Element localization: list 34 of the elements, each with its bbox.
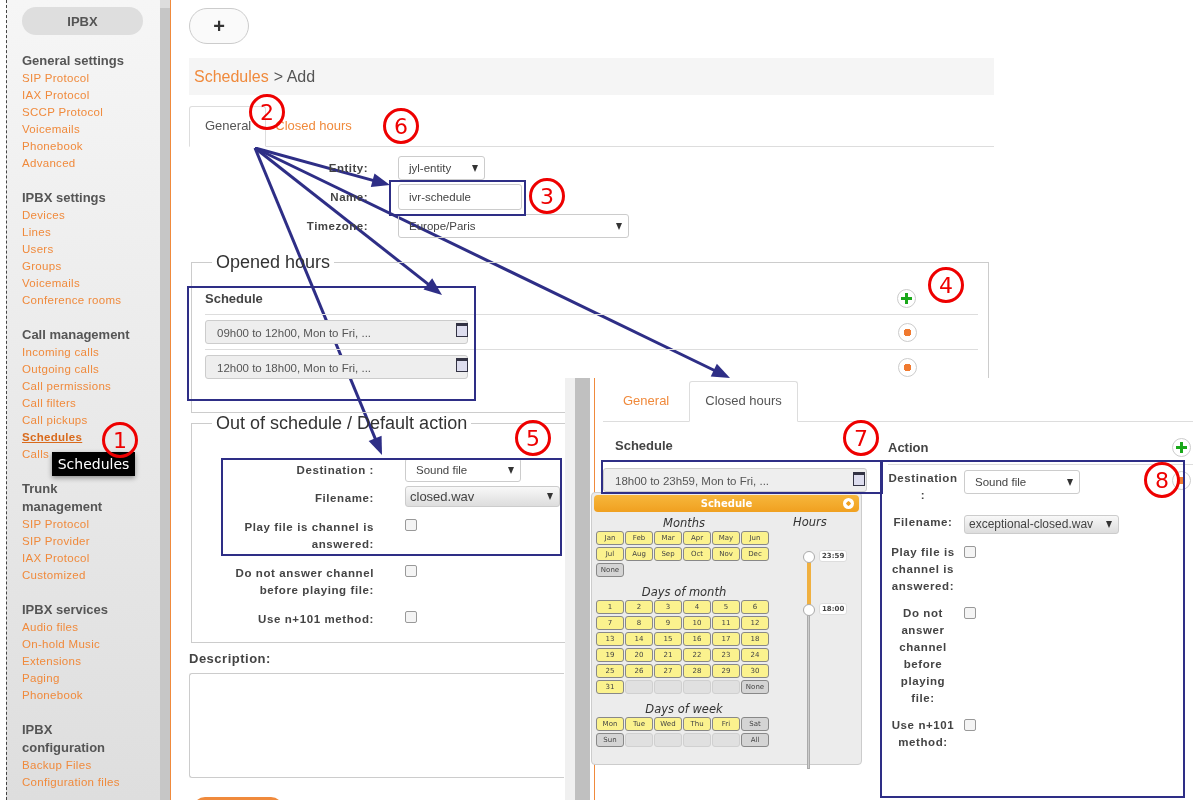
field-label: Destination : bbox=[296, 463, 374, 478]
sidebar-heading: General settings bbox=[22, 52, 125, 70]
field-label: Destination : bbox=[888, 471, 958, 503]
group-title: Months bbox=[661, 516, 706, 530]
column-header: Schedule bbox=[205, 291, 263, 306]
field-label: Use n+101 method: bbox=[890, 717, 956, 750]
callout-number: 8 bbox=[1144, 462, 1180, 498]
field-label: Filename: bbox=[314, 491, 374, 506]
breadcrumb-current: > Add bbox=[273, 67, 316, 86]
field-label: Play file is channel is answered: bbox=[890, 544, 956, 594]
field-label: Use n+101 method: bbox=[258, 612, 374, 627]
tooltip: Schedules bbox=[52, 452, 135, 476]
field-label: Do not answer channel before playing file: bbox=[898, 605, 948, 706]
group-title: Days of month bbox=[640, 585, 728, 599]
sidebar-heading: IPBX configuration bbox=[22, 721, 107, 757]
callout-number: 3 bbox=[529, 178, 565, 214]
callout-number: 6 bbox=[383, 108, 419, 144]
callout-number: 7 bbox=[843, 420, 879, 456]
sidebar-heading: Trunk management bbox=[22, 480, 104, 516]
field-label: Entity: bbox=[327, 162, 368, 174]
callout-number: 5 bbox=[515, 420, 551, 456]
callout-number: 1 bbox=[102, 422, 138, 458]
field-label: Description: bbox=[189, 651, 271, 666]
field-label: Filename: bbox=[892, 515, 954, 530]
sidebar-heading: IPBX services bbox=[22, 601, 109, 619]
callout-number: 4 bbox=[928, 267, 964, 303]
sidebar-heading: IPBX settings bbox=[22, 189, 107, 207]
field-label: Do not answer channel before playing file: bbox=[234, 566, 374, 598]
group-title: Hours bbox=[793, 515, 827, 529]
column-header: Action bbox=[888, 440, 929, 455]
group-title: Days of week bbox=[644, 702, 724, 716]
picker-title: Schedule bbox=[700, 498, 753, 509]
field-label: Play file is channel is answered: bbox=[243, 520, 374, 552]
sidebar-heading: Call management bbox=[22, 326, 131, 344]
